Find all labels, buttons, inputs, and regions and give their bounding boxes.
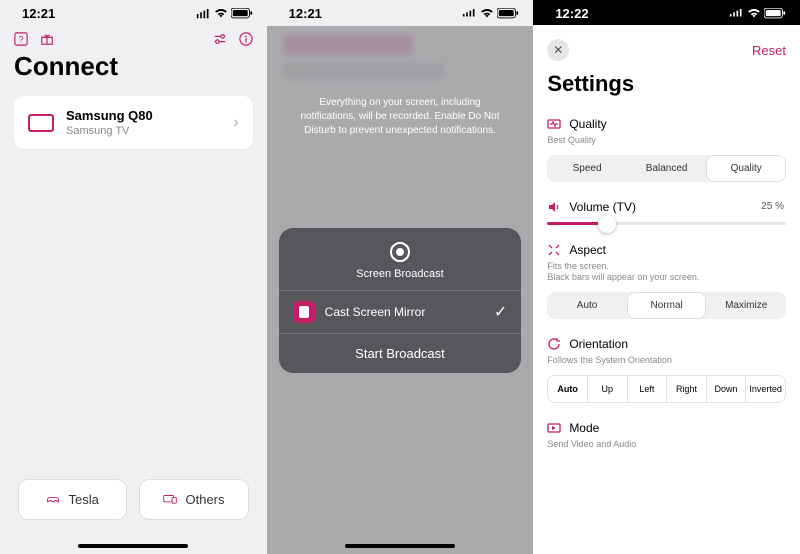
volume-slider[interactable] bbox=[547, 222, 786, 225]
quality-section: Quality Best Quality Speed Balanced Qual… bbox=[533, 113, 800, 196]
volume-icon bbox=[547, 200, 561, 214]
broadcast-app-row[interactable]: Cast Screen Mirror ✓ bbox=[279, 290, 522, 333]
aspect-opt-maximize[interactable]: Maximize bbox=[706, 292, 786, 319]
sheet-title: Screen Broadcast bbox=[279, 268, 522, 280]
quality-opt-speed[interactable]: Speed bbox=[547, 155, 627, 182]
app-name: Cast Screen Mirror bbox=[325, 305, 426, 319]
help-icon[interactable]: ? bbox=[14, 31, 28, 45]
status-bar: 12:21 bbox=[0, 0, 267, 25]
aspect-opt-auto[interactable]: Auto bbox=[547, 292, 627, 319]
start-broadcast-button[interactable]: Start Broadcast bbox=[279, 333, 522, 373]
mode-section: Mode Send Video and Audio bbox=[533, 417, 800, 463]
volume-label: Volume (TV) bbox=[569, 200, 636, 214]
aspect-label: Aspect bbox=[569, 243, 606, 257]
sliders-icon[interactable] bbox=[213, 31, 227, 45]
quality-opt-quality[interactable]: Quality bbox=[706, 155, 786, 182]
gift-icon[interactable] bbox=[40, 31, 54, 45]
devices-icon bbox=[163, 493, 177, 507]
info-icon[interactable] bbox=[239, 31, 253, 45]
device-card[interactable]: Samsung Q80 Samsung TV › bbox=[14, 96, 253, 149]
home-indicator[interactable] bbox=[78, 544, 188, 548]
home-indicator[interactable] bbox=[345, 544, 455, 548]
orient-right[interactable]: Right bbox=[667, 376, 707, 402]
quality-opt-balanced[interactable]: Balanced bbox=[627, 155, 707, 182]
orientation-icon bbox=[547, 337, 561, 351]
mode-subtitle: Send Video and Audio bbox=[547, 439, 786, 451]
orientation-segment: Auto Up Left Right Down Inverted bbox=[547, 375, 786, 403]
header-toolbar: ? bbox=[0, 25, 267, 49]
status-time: 12:21 bbox=[22, 6, 55, 21]
orient-inverted[interactable]: Inverted bbox=[746, 376, 785, 402]
orientation-section: Orientation Follows the System Orientati… bbox=[533, 333, 800, 417]
status-bar: 12:22 bbox=[533, 0, 800, 25]
chevron-right-icon: › bbox=[233, 114, 238, 132]
broadcast-screen: 12:21 Everything on your screen, includi… bbox=[267, 0, 534, 554]
status-bar: 12:21 bbox=[267, 0, 534, 25]
quality-segment: Speed Balanced Quality bbox=[547, 155, 786, 182]
quality-subtitle: Best Quality bbox=[547, 135, 786, 147]
app-icon bbox=[293, 301, 315, 323]
orientation-label: Orientation bbox=[569, 337, 628, 351]
orientation-subtitle: Follows the System Orientation bbox=[547, 355, 786, 367]
aspect-icon bbox=[547, 243, 561, 257]
sheet-header: Screen Broadcast bbox=[279, 228, 522, 290]
status-icons bbox=[196, 8, 253, 19]
quality-label: Quality bbox=[569, 117, 606, 131]
status-icons bbox=[462, 8, 519, 19]
quality-icon bbox=[547, 117, 561, 131]
page-title: Connect bbox=[0, 49, 267, 96]
recording-warning: Everything on your screen, including not… bbox=[267, 96, 534, 138]
device-name: Samsung Q80 bbox=[66, 108, 153, 123]
reset-button[interactable]: Reset bbox=[752, 43, 786, 58]
aspect-section: Aspect Fits the screen.Black bars will a… bbox=[533, 239, 800, 333]
orient-down[interactable]: Down bbox=[707, 376, 747, 402]
close-button[interactable]: ✕ bbox=[547, 39, 569, 61]
volume-section: Volume (TV) 25 % bbox=[533, 196, 800, 239]
bottom-buttons: Tesla Others bbox=[0, 479, 267, 520]
settings-screen: 12:22 ✕ Reset Settings Quality Best Qual… bbox=[533, 0, 800, 554]
orient-left[interactable]: Left bbox=[628, 376, 668, 402]
tesla-button[interactable]: Tesla bbox=[18, 479, 127, 520]
tesla-label: Tesla bbox=[68, 492, 98, 507]
svg-text:?: ? bbox=[19, 35, 24, 45]
aspect-segment: Auto Normal Maximize bbox=[547, 292, 786, 319]
check-icon: ✓ bbox=[494, 302, 507, 322]
settings-title: Settings bbox=[533, 67, 800, 113]
record-icon bbox=[390, 242, 410, 262]
aspect-opt-normal[interactable]: Normal bbox=[627, 292, 707, 319]
others-button[interactable]: Others bbox=[139, 479, 248, 520]
connect-screen: 12:21 ? Connect Samsung Q80 Samsung TV ›… bbox=[0, 0, 267, 554]
status-time: 12:22 bbox=[555, 6, 588, 21]
car-icon bbox=[46, 493, 60, 507]
status-icons bbox=[729, 8, 786, 19]
status-time: 12:21 bbox=[289, 6, 322, 21]
tv-icon bbox=[28, 114, 54, 132]
aspect-subtitle: Fits the screen.Black bars will appear o… bbox=[547, 261, 786, 284]
device-subtitle: Samsung TV bbox=[66, 125, 153, 137]
settings-header: ✕ Reset bbox=[533, 25, 800, 67]
others-label: Others bbox=[185, 492, 224, 507]
volume-value: 25 % bbox=[761, 201, 784, 212]
orient-auto[interactable]: Auto bbox=[548, 376, 588, 402]
mode-icon bbox=[547, 421, 561, 435]
broadcast-sheet: Screen Broadcast Cast Screen Mirror ✓ St… bbox=[279, 228, 522, 373]
mode-label: Mode bbox=[569, 421, 599, 435]
orient-up[interactable]: Up bbox=[588, 376, 628, 402]
